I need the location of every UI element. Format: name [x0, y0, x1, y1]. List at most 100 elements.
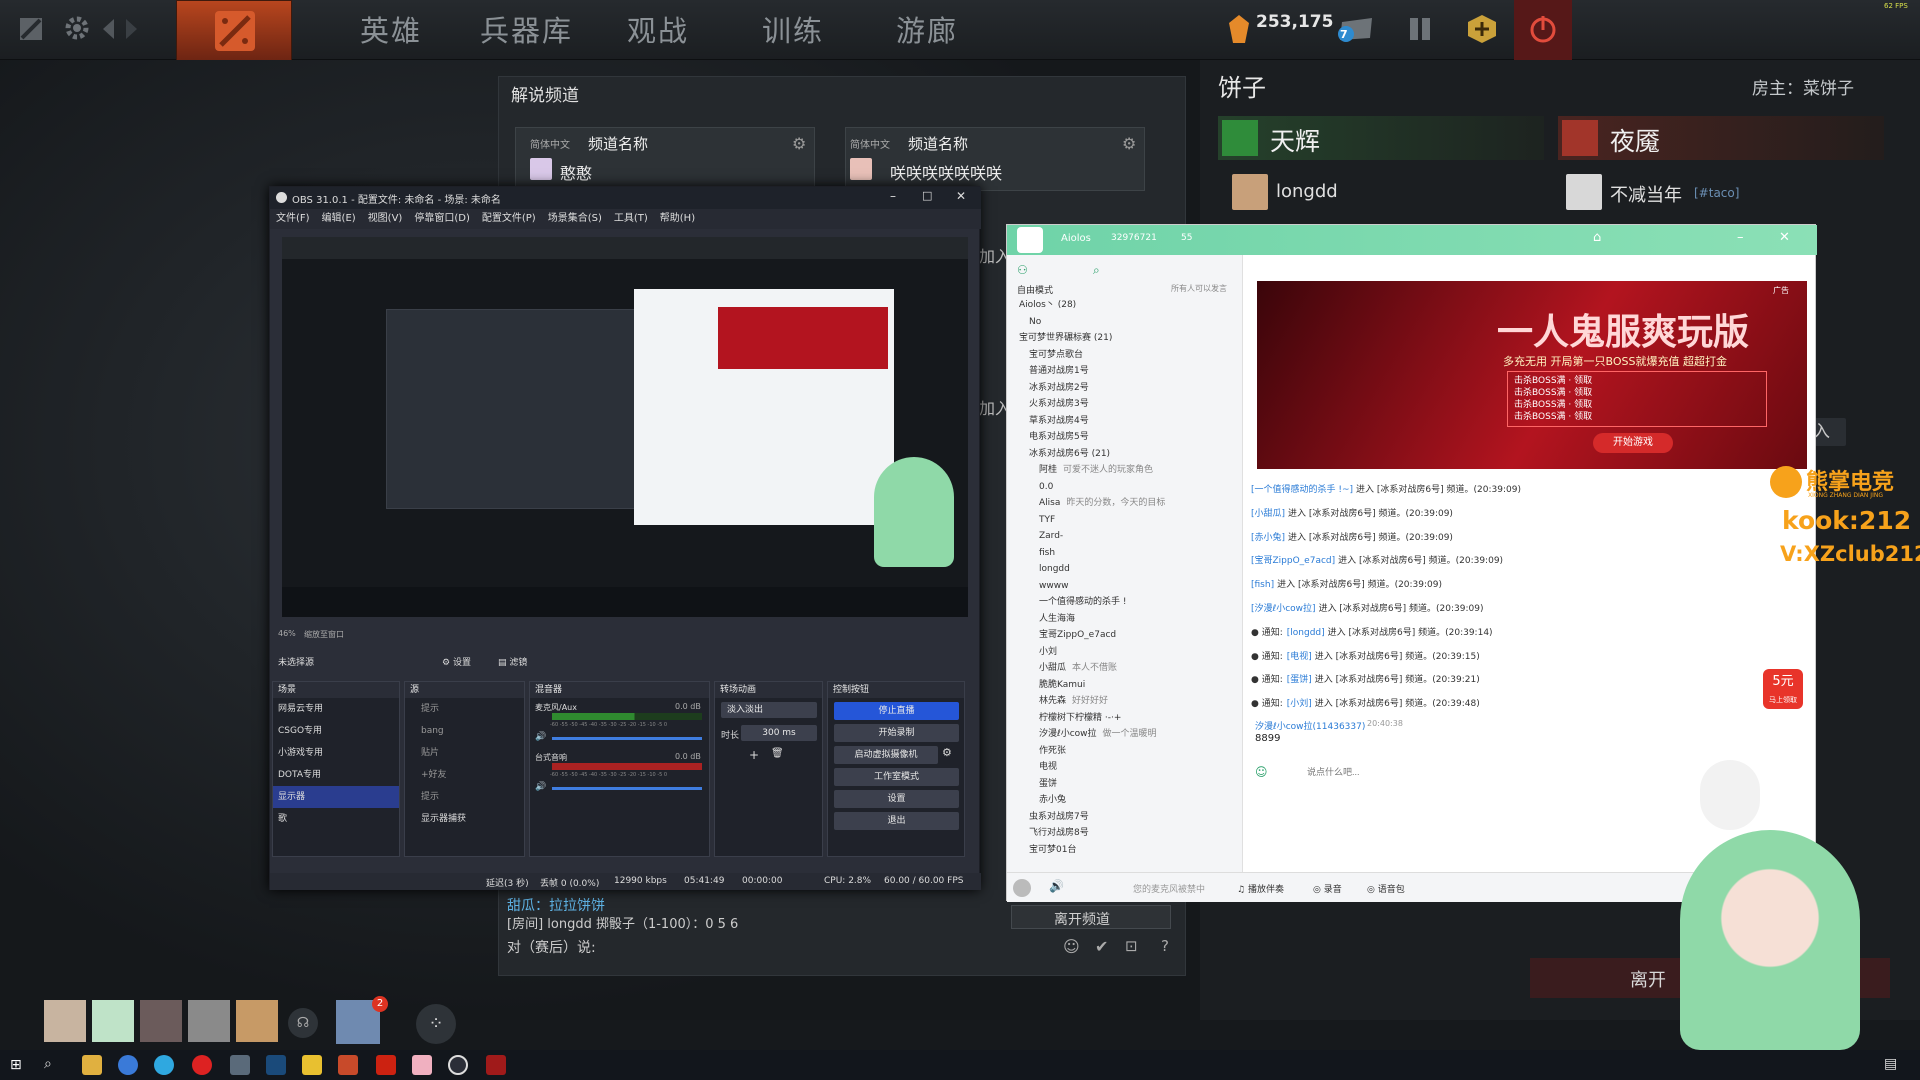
app-icon[interactable]	[230, 1055, 250, 1075]
channel-tree-item[interactable]: 人生海海	[1015, 611, 1239, 628]
channel-tree-item[interactable]: 电视	[1015, 759, 1239, 776]
menu-view[interactable]: 视图(V)	[368, 213, 403, 224]
browser-icon[interactable]	[118, 1055, 138, 1075]
close-icon[interactable]: ✕	[956, 189, 966, 203]
trophy-icon[interactable]	[1406, 14, 1434, 44]
add-icon[interactable]: +	[749, 748, 759, 762]
obs-title-bar[interactable]: OBS 31.0.1 - 配置文件: 未命名 - 场景: 未命名 – □ ✕	[270, 187, 981, 209]
server-avatar[interactable]	[1017, 227, 1043, 253]
scene-item[interactable]: 小游戏专用	[273, 742, 399, 764]
user-icon[interactable]: ⚇	[1017, 263, 1028, 277]
avatar[interactable]	[1566, 174, 1602, 210]
menu-scene-collection[interactable]: 场景集合(S)	[548, 213, 602, 224]
edge-icon[interactable]	[154, 1055, 174, 1075]
channel-tree-item[interactable]: 虫系对战房7号	[1015, 809, 1239, 826]
channel-tree-item[interactable]: 汐漫ℓ小cow拉 做一个温暖明	[1015, 726, 1239, 743]
channel-tree-item[interactable]: No	[1015, 314, 1239, 331]
avatar[interactable]	[236, 1000, 278, 1042]
volume-slider[interactable]	[552, 737, 702, 740]
avatar[interactable]	[1013, 879, 1031, 897]
channel-tree-item[interactable]: 宝可梦世界碾标赛 (21)	[1015, 330, 1239, 347]
channel-tree-item[interactable]: 一个值得感动的杀手 !	[1015, 594, 1239, 611]
app-icon[interactable]	[486, 1055, 506, 1075]
channel-tree-item[interactable]: 火系对战房3号	[1015, 396, 1239, 413]
power-button[interactable]	[1514, 0, 1572, 60]
message-user[interactable]: [小甜瓜]	[1251, 509, 1285, 519]
channel-tree-item[interactable]: 宝可梦01台	[1015, 842, 1239, 859]
source-item[interactable]: 提示	[405, 698, 524, 720]
chat-prompt[interactable]: 对（赛后）说:	[507, 937, 596, 957]
server-name[interactable]: Aiolos	[1061, 233, 1091, 244]
friends-grid-icon[interactable]: ⁘	[416, 1004, 456, 1044]
channel-tree-item[interactable]: 电系对战房5号	[1015, 429, 1239, 446]
channel-tree-item[interactable]: 草系对战房4号	[1015, 413, 1239, 430]
channel-card[interactable]: 简体中文 频道名称 ⚙ 憨憨	[515, 127, 815, 191]
avatar[interactable]	[92, 1000, 134, 1042]
message-user[interactable]: [宝哥ZippO_e7acd]	[1251, 556, 1335, 566]
gear-icon[interactable]: ⚙	[1122, 134, 1136, 153]
search-icon[interactable]: ⌕	[44, 1056, 52, 1072]
stop-streaming-button[interactable]: 停止直播	[834, 702, 959, 720]
message-user[interactable]: [蛋饼]	[1287, 675, 1312, 685]
source-item[interactable]: 显示器捕获	[405, 808, 524, 830]
home-icon[interactable]: ⌂	[1593, 230, 1601, 245]
steam-icon[interactable]	[266, 1055, 286, 1075]
channel-tree-item[interactable]: 0.0	[1015, 479, 1239, 496]
settings-button[interactable]: 设置	[834, 790, 959, 808]
emoji-icon[interactable]: ☺	[1063, 937, 1080, 956]
exit-button[interactable]: 退出	[834, 812, 959, 830]
voice-pack-button[interactable]: ◎ 语音包	[1367, 882, 1405, 895]
channel-tree-item[interactable]: 飞行对战房8号	[1015, 825, 1239, 842]
record-button[interactable]: ◎ 录音	[1313, 882, 1342, 895]
notification-icon[interactable]: ▤	[1884, 1056, 1897, 1072]
gear-icon[interactable]: ⚙	[942, 746, 952, 759]
channel-tree-item[interactable]: Zard-	[1015, 528, 1239, 545]
filters-button[interactable]: ▤ 滤镜	[498, 655, 527, 668]
trash-icon[interactable]: 🗑	[771, 748, 784, 759]
dashboard-icon[interactable]	[18, 16, 44, 42]
music-button[interactable]: ♫ 播放伴奏	[1237, 882, 1284, 895]
zoom-level[interactable]: 46%	[278, 629, 296, 638]
avatar[interactable]	[140, 1000, 182, 1042]
channel-tree-item[interactable]: 蛋饼	[1015, 776, 1239, 793]
promo-badge[interactable]: 5元 马上领取	[1763, 669, 1803, 709]
tab-heroes[interactable]: 英雄	[360, 8, 422, 50]
windows-start-icon[interactable]: ⊞	[10, 1057, 22, 1073]
app-icon[interactable]	[412, 1055, 432, 1075]
check-icon[interactable]: ✔	[1095, 937, 1108, 956]
headset-icon[interactable]: ☊	[288, 1008, 318, 1038]
scene-item[interactable]: 歌	[273, 808, 399, 830]
message-user[interactable]: [fish]	[1251, 580, 1274, 590]
speaker-icon[interactable]: 🔊	[1049, 879, 1064, 893]
channel-tree-item[interactable]: 林先森 好好好好	[1015, 693, 1239, 710]
dota-logo[interactable]	[176, 0, 292, 64]
app-icon[interactable]	[376, 1055, 396, 1075]
back-arrow-icon[interactable]	[100, 16, 140, 42]
menu-edit[interactable]: 编辑(E)	[322, 213, 356, 224]
channel-tree-item[interactable]: Alisa 昨天的分数，今天的目标	[1015, 495, 1239, 512]
channel-tree-item[interactable]: TYF	[1015, 512, 1239, 529]
message-user[interactable]: [小刘]	[1287, 699, 1312, 709]
gear-icon[interactable]: ⚙	[792, 134, 806, 153]
message-user[interactable]: [赤小兔]	[1251, 533, 1285, 543]
source-item[interactable]: 贴片	[405, 742, 524, 764]
channel-tree-item[interactable]: 小甜瓜 本人不借账	[1015, 660, 1239, 677]
transition-select[interactable]: 淡入淡出	[721, 702, 817, 718]
scene-item-selected[interactable]: 显示器	[273, 786, 399, 808]
channel-tree-item[interactable]: 柠檬树下柠檬精 ·-·+	[1015, 710, 1239, 727]
channel-card[interactable]: 简体中文 频道名称 ⚙ 咲咲咲咲咲咲咲	[845, 127, 1145, 191]
radiant-player[interactable]: longdd	[1276, 181, 1338, 202]
ad-banner[interactable]: 一人鬼服爽玩版 多充无用 开局第一只BOSS就爆充值 超超打金 击杀BOSS满 …	[1257, 281, 1807, 469]
dire-player[interactable]: 不减当年	[1610, 181, 1682, 207]
emoji-icon[interactable]: ☺	[1255, 765, 1268, 779]
tab-watch[interactable]: 观战	[627, 8, 689, 50]
channel-tree-item[interactable]: 脆脆Kamui	[1015, 677, 1239, 694]
channel-tree-item[interactable]: Aiolos丶 (28)	[1015, 297, 1239, 314]
obs-icon[interactable]	[448, 1055, 468, 1075]
message-user[interactable]: [汐漫ℓ小cow拉]	[1251, 604, 1316, 614]
tab-armory[interactable]: 兵器库	[480, 8, 573, 50]
scene-item[interactable]: 网易云专用	[273, 698, 399, 720]
channel-tree-item[interactable]: 冰系对战房6号 (21)	[1015, 446, 1239, 463]
message-user[interactable]: [longdd]	[1287, 628, 1325, 638]
speaker-icon[interactable]: 🔊	[535, 732, 546, 742]
